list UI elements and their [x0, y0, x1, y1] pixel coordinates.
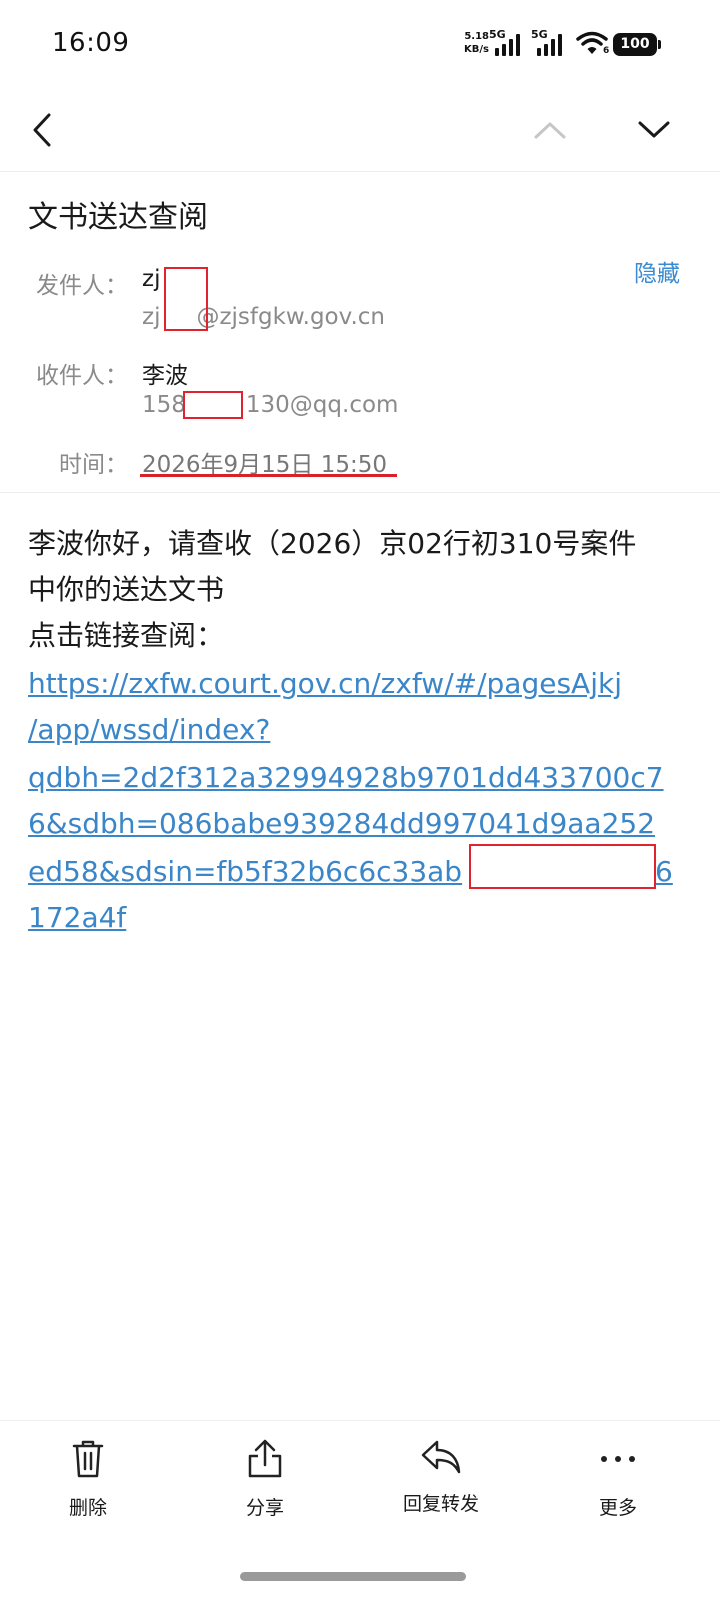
- document-link-line[interactable]: /app/wssd/index?: [28, 706, 270, 754]
- more-label: 更多: [598, 1497, 637, 1519]
- chevron-down-icon: [638, 121, 670, 138]
- battery-level: 100: [620, 36, 650, 52]
- next-email-button[interactable]: [624, 100, 684, 160]
- previous-email-button[interactable]: [520, 100, 580, 160]
- wifi-badge: 6: [603, 46, 610, 56]
- document-link-line[interactable]: ed58&sdsin=fb5f32b6c6c33ab: [28, 848, 462, 896]
- document-link-line[interactable]: https://zxfw.court.gov.cn/zxfw/#/pagesAj…: [28, 660, 622, 708]
- sender-email-suffix: @zjsfgkw.gov.cn: [196, 304, 385, 330]
- back-button[interactable]: [12, 100, 72, 160]
- reply-forward-label: 回复转发: [402, 1493, 479, 1515]
- recipient-email[interactable]: 158 130@qq.com: [142, 392, 398, 418]
- bottom-toolbar: 删除 分享 回复转发 更多: [0, 1420, 720, 1540]
- document-link-line[interactable]: qdbh=2d2f312a32994928b9701dd433700c7: [28, 754, 664, 802]
- recipient-email-prefix: 158: [142, 392, 186, 418]
- time-label: 时间：: [59, 452, 128, 478]
- header-divider: [0, 492, 720, 493]
- wifi-icon: 6: [576, 30, 612, 58]
- document-link-line[interactable]: 172a4f: [28, 894, 126, 942]
- share-button[interactable]: 分享: [205, 1439, 325, 1520]
- sender-name[interactable]: zj: [142, 266, 160, 292]
- sender-email-prefix: zj: [142, 304, 161, 330]
- share-icon: [248, 1439, 282, 1478]
- document-link-line[interactable]: 6&sdbh=086babe939284dd997041d9aa252: [28, 800, 655, 848]
- status-bar: 16:09 5.18 KB/s 5G 5G 6 100: [0, 0, 720, 90]
- reply-forward-button[interactable]: 回复转发: [381, 1439, 501, 1516]
- share-label: 分享: [245, 1497, 284, 1519]
- hide-details-link[interactable]: 隐藏: [634, 254, 680, 288]
- delete-button[interactable]: 删除: [28, 1439, 148, 1520]
- top-navigation-bar: [0, 90, 720, 172]
- document-link-line-tail[interactable]: 6: [655, 848, 673, 896]
- status-time: 16:09: [52, 28, 130, 58]
- recipient-label: 收件人：: [36, 363, 128, 389]
- battery-icon: 100: [613, 33, 661, 56]
- more-icon: [601, 1456, 635, 1462]
- email-subject: 文书送达查阅: [28, 200, 208, 235]
- network-speed: 5.18 KB/s: [459, 30, 489, 56]
- chevron-left-icon: [33, 113, 51, 147]
- network-speed-value: 5.18: [464, 31, 489, 42]
- reply-icon: [421, 1440, 461, 1474]
- network-speed-unit: KB/s: [464, 44, 489, 55]
- home-indicator[interactable]: [240, 1572, 466, 1581]
- body-line: 中你的送达文书: [28, 573, 225, 606]
- chevron-up-icon: [534, 122, 566, 139]
- recipient-email-suffix: 130@qq.com: [245, 392, 399, 418]
- sender-label: 发件人：: [36, 273, 128, 299]
- trash-icon: [72, 1440, 104, 1478]
- redaction-box: [164, 267, 208, 331]
- more-button[interactable]: 更多: [558, 1439, 678, 1520]
- time-underline-annotation: [140, 474, 397, 477]
- recipient-name[interactable]: 李波: [142, 356, 188, 390]
- body-line: 李波你好，请查收（2026）京02行初310号案件: [28, 527, 637, 560]
- delete-label: 删除: [68, 1497, 107, 1519]
- redaction-box: [469, 844, 656, 889]
- body-line: 点击链接查阅：: [28, 619, 225, 652]
- redaction-box: [183, 391, 243, 419]
